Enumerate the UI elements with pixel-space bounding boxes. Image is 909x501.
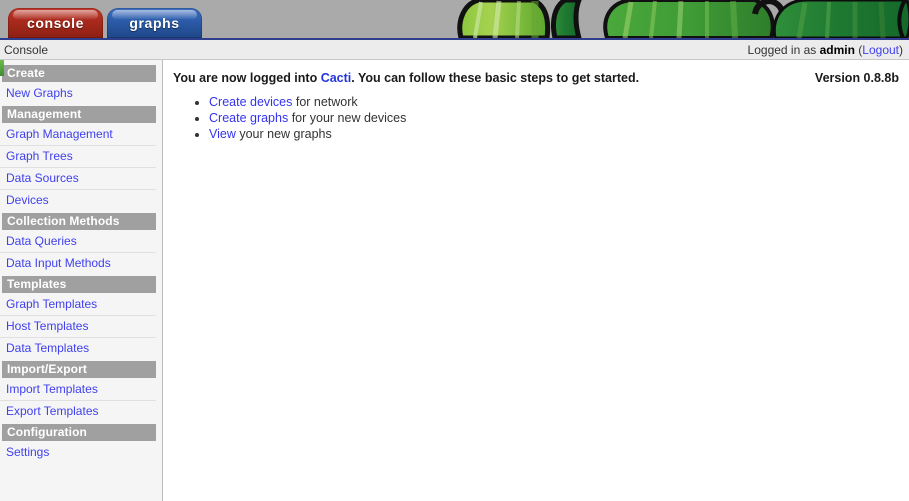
version-label: Version 0.8.8b — [814, 71, 899, 85]
create-graphs-link[interactable]: Create graphs — [209, 111, 288, 125]
main-content: You are now logged into Cacti. You can f… — [163, 60, 909, 501]
breadcrumb: Console — [4, 42, 49, 57]
sidebar-item-graph-management[interactable]: Graph Management — [0, 124, 156, 146]
list-item: Create devices for network — [209, 94, 899, 110]
getting-started-steps: Create devices for network Create graphs… — [173, 94, 899, 142]
welcome-message: You are now logged into Cacti. You can f… — [173, 71, 801, 85]
list-item: View your new graphs — [209, 126, 899, 142]
sidebar-item-host-templates[interactable]: Host Templates — [0, 316, 156, 338]
sidebar-accent-marker — [0, 60, 4, 76]
welcome-text-part1: You are now logged into — [173, 71, 321, 85]
sidebar-section-create: Create — [2, 65, 156, 82]
sidebar-item-data-input-methods[interactable]: Data Input Methods — [0, 253, 156, 275]
sidebar-item-new-graphs[interactable]: New Graphs — [0, 83, 156, 105]
sidebar-item-data-queries[interactable]: Data Queries — [0, 231, 156, 253]
main-tab-bar: console graphs — [8, 4, 206, 38]
sidebar-item-import-templates[interactable]: Import Templates — [0, 379, 156, 401]
tab-graphs[interactable]: graphs — [107, 8, 202, 38]
current-username: admin — [819, 42, 855, 57]
create-graphs-text: for your new devices — [288, 111, 407, 125]
tab-console[interactable]: console — [8, 8, 103, 38]
tab-graphs-label: graphs — [129, 15, 180, 31]
sidebar-section-collection-methods: Collection Methods — [2, 213, 156, 230]
view-graphs-link[interactable]: View — [209, 127, 236, 141]
create-devices-text: for network — [292, 95, 358, 109]
sidebar-section-management: Management — [2, 106, 156, 123]
list-item: Create graphs for your new devices — [209, 110, 899, 126]
sidebar-item-settings[interactable]: Settings — [0, 442, 156, 464]
breadcrumb-bar: Console Logged in as admin (Logout) — [0, 38, 909, 60]
sidebar-section-templates: Templates — [2, 276, 156, 293]
sidebar-item-graph-trees[interactable]: Graph Trees — [0, 146, 156, 168]
cacti-logo-banner — [457, 0, 909, 38]
logout-link[interactable]: Logout — [862, 43, 899, 57]
view-graphs-text: your new graphs — [235, 127, 332, 141]
tab-console-label: console — [26, 15, 85, 31]
page-body: Create New Graphs Management Graph Manag… — [0, 60, 909, 501]
welcome-text-part2: . You can follow these basic steps to ge… — [351, 71, 640, 85]
sidebar-section-configuration: Configuration — [2, 424, 156, 441]
cacti-console-page: console graphs Console Logged in as admi… — [0, 0, 909, 501]
sidebar-item-devices[interactable]: Devices — [0, 190, 156, 212]
session-status: Logged in as admin (Logout) — [748, 43, 903, 57]
sidebar-item-data-templates[interactable]: Data Templates — [0, 338, 156, 360]
sidebar-nav: Create New Graphs Management Graph Manag… — [0, 60, 163, 501]
header-banner: console graphs — [0, 0, 909, 38]
sidebar-section-import-export: Import/Export — [2, 361, 156, 378]
content-header-row: You are now logged into Cacti. You can f… — [173, 71, 899, 85]
sidebar-item-graph-templates[interactable]: Graph Templates — [0, 294, 156, 316]
create-devices-link[interactable]: Create devices — [209, 95, 292, 109]
sidebar-item-export-templates[interactable]: Export Templates — [0, 401, 156, 423]
logged-in-prefix: Logged in as — [747, 42, 820, 57]
sidebar-item-data-sources[interactable]: Data Sources — [0, 168, 156, 190]
paren-close: ) — [899, 42, 903, 57]
cacti-link[interactable]: Cacti — [321, 71, 352, 85]
